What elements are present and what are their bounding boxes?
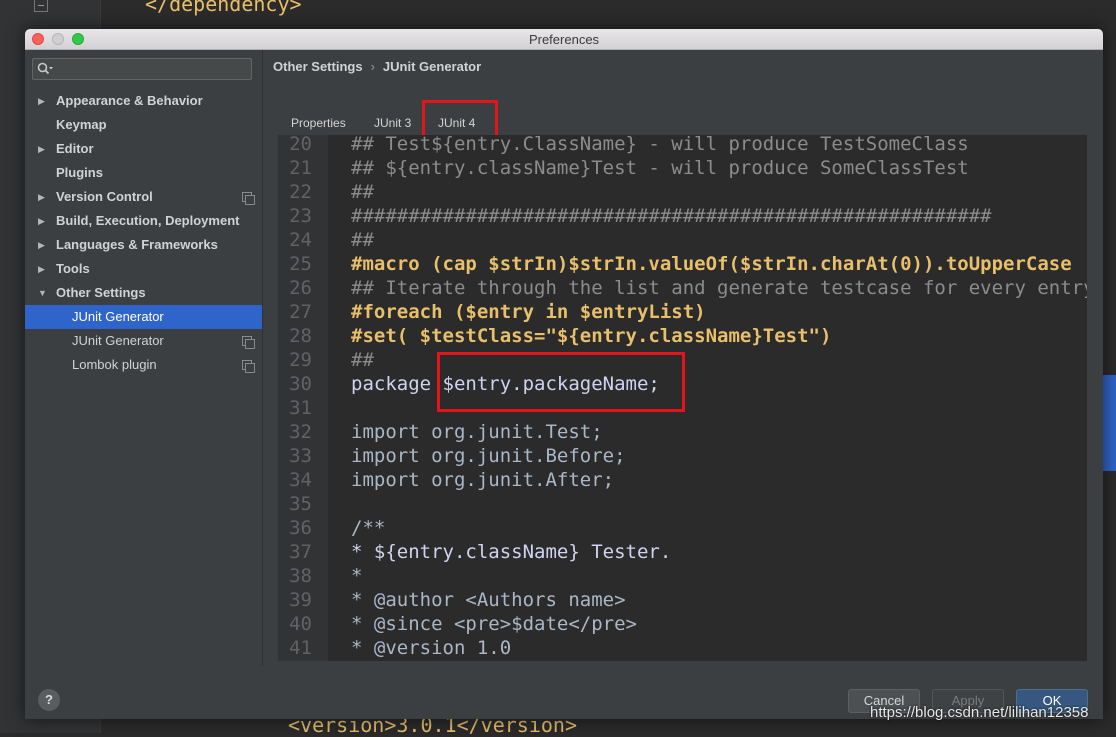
sidebar-item-label: Tools	[56, 261, 90, 276]
line-number: 31	[289, 397, 312, 419]
sidebar-item-label: Appearance & Behavior	[56, 93, 203, 108]
chevron-right-icon: ▶	[38, 144, 45, 154]
code-line: * @version 1.0	[351, 637, 512, 659]
code-line: ########################################…	[351, 205, 992, 227]
watermark-text: https://blog.csdn.net/lilihan12358	[870, 704, 1089, 721]
background-scroll-marker	[1103, 375, 1116, 471]
line-number: 37	[289, 541, 312, 563]
chevron-right-icon: ▶	[38, 264, 45, 274]
line-number: 38	[289, 565, 312, 587]
code-line: ##	[351, 229, 374, 251]
line-number: 29	[289, 349, 312, 371]
sidebar-item-label: Plugins	[56, 165, 103, 180]
line-number: 36	[289, 517, 312, 539]
breadcrumb-parent[interactable]: Other Settings	[273, 59, 363, 74]
sidebar-item-label: JUnit Generator	[72, 333, 164, 348]
line-number: 32	[289, 421, 312, 443]
sidebar-item-other-settings[interactable]: ▼ Other Settings	[25, 281, 262, 305]
line-number: 41	[289, 637, 312, 659]
breadcrumb-current: JUnit Generator	[382, 59, 482, 74]
code-line: *	[351, 565, 363, 587]
highlight-box-package	[437, 352, 685, 412]
chevron-right-icon: ▶	[38, 240, 45, 250]
title-bar: Preferences	[25, 29, 1103, 50]
code-line: #foreach ($entry in $entryList)	[351, 301, 706, 323]
code-line: * ${entry.className} Tester.	[351, 541, 672, 563]
project-settings-icon	[242, 360, 255, 373]
sidebar-item-label: Lombok plugin	[72, 357, 157, 372]
sidebar-item-plugins[interactable]: Plugins	[25, 161, 262, 185]
fold-icon[interactable]	[34, 0, 48, 12]
code-line: import org.junit.Before;	[351, 445, 626, 467]
line-number-gutter: 20 21 22 23 24 25 26 27 28 29 30 31 32 3…	[278, 135, 328, 661]
code-line: ## Iterate through the list and generate…	[351, 277, 1087, 299]
sidebar-item-build-execution-deployment[interactable]: ▶ Build, Execution, Deployment	[25, 209, 262, 233]
help-button[interactable]: ?	[38, 689, 60, 711]
sidebar-item-label: Version Control	[56, 189, 153, 204]
chevron-down-icon: ▼	[38, 288, 47, 298]
sidebar-item-label: Keymap	[56, 117, 107, 132]
sidebar-item-label: Other Settings	[56, 285, 146, 300]
line-number: 22	[289, 181, 312, 203]
line-number: 26	[289, 277, 312, 299]
breadcrumb: Other Settings › JUnit Generator	[273, 59, 481, 74]
code-line: ##	[351, 181, 374, 203]
sidebar-item-editor[interactable]: ▶ Editor	[25, 137, 262, 161]
sidebar-item-lombok-plugin[interactable]: Lombok plugin	[25, 353, 262, 377]
preferences-dialog: Preferences ▶ Appearance & Behavior Keym…	[25, 29, 1103, 719]
sidebar-item-keymap[interactable]: Keymap	[25, 113, 262, 137]
code-line: import org.junit.After;	[351, 469, 615, 491]
line-number: 24	[289, 229, 312, 251]
line-number: 40	[289, 613, 312, 635]
code-line: #set( $testClass="${entry.className}Test…	[351, 325, 832, 347]
code-line: * @since <pre>$date</pre>	[351, 613, 637, 635]
settings-sidebar: ▶ Appearance & Behavior Keymap ▶ Editor …	[25, 50, 263, 666]
highlight-box-tab	[422, 100, 498, 140]
sidebar-item-junit-generator-project[interactable]: JUnit Generator	[25, 329, 262, 353]
sidebar-item-label: Editor	[56, 141, 94, 156]
sidebar-item-version-control[interactable]: ▶ Version Control	[25, 185, 262, 209]
line-number: 28	[289, 325, 312, 347]
line-number: 20	[289, 135, 312, 155]
code-line: ## Test${entry.ClassName} - will produce…	[351, 135, 969, 155]
line-number: 35	[289, 493, 312, 515]
settings-search-input[interactable]	[32, 58, 252, 80]
chevron-right-icon: ▶	[38, 192, 45, 202]
background-code-top: </dependency>	[145, 0, 302, 16]
sidebar-item-label: JUnit Generator	[72, 309, 164, 324]
sidebar-item-languages-frameworks[interactable]: ▶ Languages & Frameworks	[25, 233, 262, 257]
project-settings-icon	[242, 192, 255, 205]
tab-properties[interactable]: Properties	[285, 111, 352, 135]
sidebar-item-appearance-behavior[interactable]: ▶ Appearance & Behavior	[25, 89, 262, 113]
window-title: Preferences	[528, 32, 600, 47]
line-number: 25	[289, 253, 312, 275]
breadcrumb-separator: ›	[370, 59, 375, 74]
chevron-right-icon: ▶	[38, 216, 45, 226]
tab-junit3[interactable]: JUnit 3	[368, 111, 417, 135]
code-line: import org.junit.Test;	[351, 421, 603, 443]
line-number: 34	[289, 469, 312, 491]
project-settings-icon	[242, 336, 255, 349]
line-number: 23	[289, 205, 312, 227]
line-number: 27	[289, 301, 312, 323]
code-line: * @author <Authors name>	[351, 589, 626, 611]
line-number: 21	[289, 157, 312, 179]
code-line: ## ${entry.className}Test - will produce…	[351, 157, 969, 179]
code-line: #macro (cap $strIn)$strIn.valueOf($strIn…	[351, 253, 1072, 275]
line-number: 39	[289, 589, 312, 611]
code-line: /**	[351, 517, 386, 539]
sidebar-item-label: Languages & Frameworks	[56, 237, 218, 252]
sidebar-item-tools[interactable]: ▶ Tools	[25, 257, 262, 281]
search-icon	[37, 62, 53, 75]
sidebar-item-junit-generator-selected[interactable]: JUnit Generator	[25, 305, 262, 329]
code-line: ##	[351, 349, 374, 371]
chevron-right-icon: ▶	[38, 96, 45, 106]
line-number: 30	[289, 373, 312, 395]
line-number: 33	[289, 445, 312, 467]
sidebar-item-label: Build, Execution, Deployment	[56, 213, 240, 228]
